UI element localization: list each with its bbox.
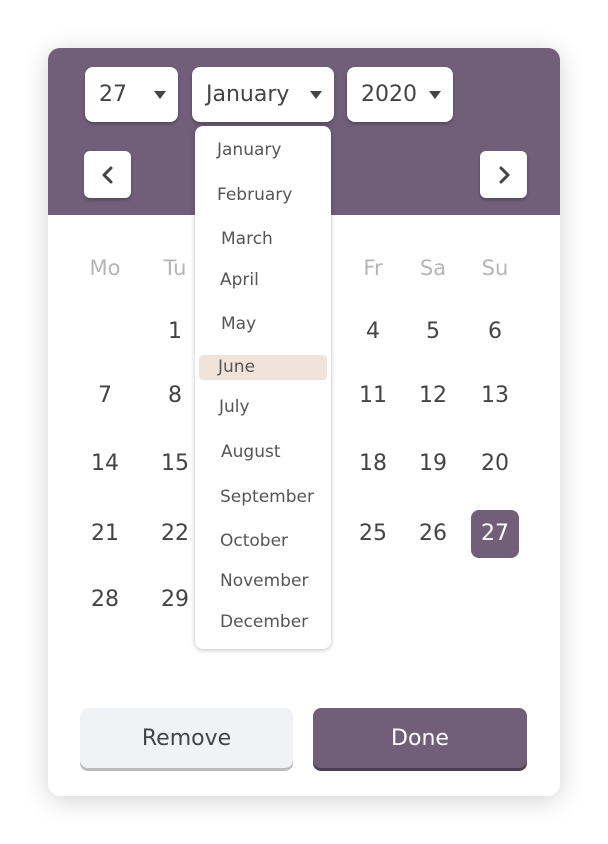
- month-option-june[interactable]: June: [199, 355, 327, 380]
- month-option-october[interactable]: October: [199, 529, 327, 554]
- caret-down-icon: [154, 90, 166, 99]
- month-option-april[interactable]: April: [199, 268, 327, 293]
- calendar-day[interactable]: 25: [349, 510, 397, 558]
- calendar-day-selected[interactable]: 27: [471, 510, 519, 558]
- previous-month-button[interactable]: [84, 151, 131, 198]
- chevron-right-icon: [499, 166, 509, 183]
- calendar-day[interactable]: 11: [349, 372, 397, 420]
- done-button[interactable]: Done: [313, 708, 527, 768]
- month-option-september[interactable]: September: [199, 485, 327, 510]
- month-option-august[interactable]: August: [199, 440, 327, 465]
- calendar-day[interactable]: 13: [471, 372, 519, 420]
- calendar-day[interactable]: 18: [349, 440, 397, 488]
- day-select-value: 27: [99, 82, 127, 107]
- calendar-day[interactable]: 12: [409, 372, 457, 420]
- weekday-mo: Mo: [89, 256, 121, 280]
- caret-down-icon: [310, 90, 322, 99]
- calendar-day[interactable]: 19: [409, 440, 457, 488]
- month-select[interactable]: January: [192, 67, 334, 122]
- calendar-day[interactable]: 26: [409, 510, 457, 558]
- month-option-march[interactable]: March: [199, 227, 327, 252]
- remove-button[interactable]: Remove: [80, 708, 293, 768]
- weekday-fr: Fr: [363, 256, 383, 280]
- month-option-november[interactable]: November: [199, 569, 327, 594]
- month-option-may[interactable]: May: [199, 312, 327, 337]
- calendar-day[interactable]: 4: [349, 308, 397, 356]
- caret-down-icon: [429, 90, 441, 99]
- calendar-day[interactable]: 22: [151, 510, 199, 558]
- calendar-day[interactable]: 5: [409, 308, 457, 356]
- next-month-button[interactable]: [480, 151, 527, 198]
- month-select-value: January: [206, 82, 290, 107]
- chevron-left-icon: [102, 166, 112, 183]
- calendar-day[interactable]: 21: [81, 510, 129, 558]
- year-select-value: 2020: [361, 82, 417, 107]
- year-select[interactable]: 2020: [347, 67, 453, 122]
- day-select[interactable]: 27: [85, 67, 178, 122]
- calendar-day[interactable]: 8: [151, 372, 199, 420]
- weekday-sa: Sa: [419, 256, 447, 280]
- month-option-january[interactable]: January: [199, 138, 327, 163]
- calendar-day[interactable]: 29: [151, 576, 199, 624]
- calendar-day[interactable]: 6: [471, 308, 519, 356]
- weekday-tu: Tu: [163, 256, 187, 280]
- month-dropdown-list: January February March April May June July Augu…: [195, 126, 331, 649]
- calendar-day[interactable]: 1: [151, 308, 199, 356]
- calendar-day[interactable]: 20: [471, 440, 519, 488]
- calendar-day[interactable]: 14: [81, 440, 129, 488]
- month-option-february[interactable]: February: [199, 183, 327, 208]
- calendar-day[interactable]: 15: [151, 440, 199, 488]
- weekday-su: Su: [481, 256, 509, 280]
- calendar-day[interactable]: 7: [81, 372, 129, 420]
- month-option-december[interactable]: December: [199, 610, 327, 635]
- calendar-day[interactable]: 28: [81, 576, 129, 624]
- month-option-july[interactable]: July: [199, 395, 327, 420]
